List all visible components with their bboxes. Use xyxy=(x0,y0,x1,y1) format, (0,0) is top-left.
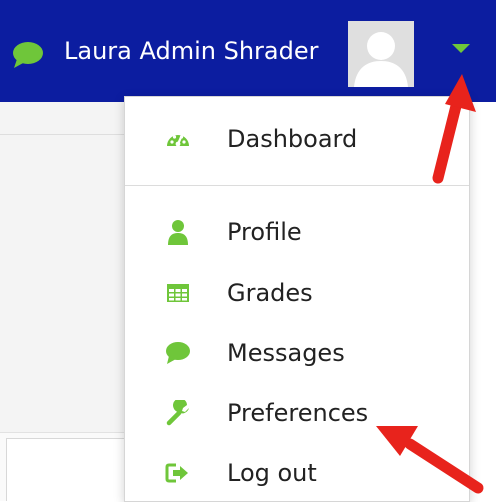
user-name[interactable]: Laura Admin Shrader xyxy=(64,33,319,69)
menu-item-label: Profile xyxy=(227,218,302,246)
tachometer-icon xyxy=(165,126,191,152)
sign-out-icon xyxy=(165,460,191,486)
table-grid-icon xyxy=(165,280,191,306)
menu-item-messages[interactable]: Messages xyxy=(125,327,469,379)
wrench-icon xyxy=(165,398,191,426)
menu-item-label: Grades xyxy=(227,279,313,307)
menu-item-label: Preferences xyxy=(227,399,369,427)
menu-item-grades[interactable]: Grades xyxy=(125,267,469,319)
divider xyxy=(0,134,124,135)
user-icon xyxy=(165,219,191,245)
content-card xyxy=(6,438,125,501)
menu-item-label: Messages xyxy=(227,339,345,367)
menu-item-label: Log out xyxy=(227,459,317,487)
comment-icon xyxy=(165,340,191,366)
chat-bubble-icon[interactable] xyxy=(11,41,45,69)
annotation-arrow-icon xyxy=(376,426,484,494)
page-background xyxy=(0,102,125,501)
caret-down-icon[interactable] xyxy=(452,44,470,53)
annotation-arrow-icon xyxy=(432,74,476,184)
menu-item-profile[interactable]: Profile xyxy=(125,206,469,258)
avatar[interactable] xyxy=(348,21,414,87)
menu-item-label: Dashboard xyxy=(227,125,358,153)
